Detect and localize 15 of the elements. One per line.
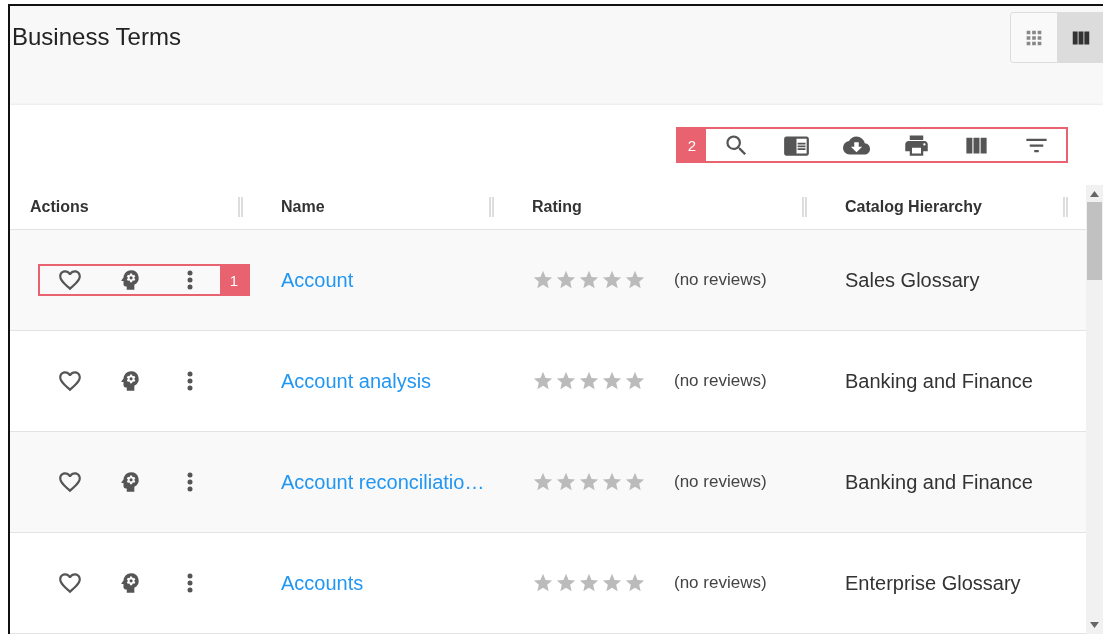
column-header[interactable]: Name [281,198,325,216]
table-cell: Banking and Finance [845,369,1033,393]
column-header[interactable]: Actions [30,198,89,216]
page-title: Business Terms [12,23,181,51]
table-cell: Banking and Finance [845,470,1033,494]
callout-badge: 1 [220,266,248,294]
review-count: (no reviews) [674,270,767,290]
table-cell: Sales Glossary [845,268,980,292]
review-count: (no reviews) [674,573,767,593]
review-count: (no reviews) [674,472,767,492]
column-header[interactable]: Catalog Hierarchy [845,198,982,216]
table-cell: Enterprise Glossary [845,571,1021,595]
review-count: (no reviews) [674,371,767,391]
callout-badge: 2 [678,129,706,161]
column-header[interactable]: Rating [532,198,582,216]
